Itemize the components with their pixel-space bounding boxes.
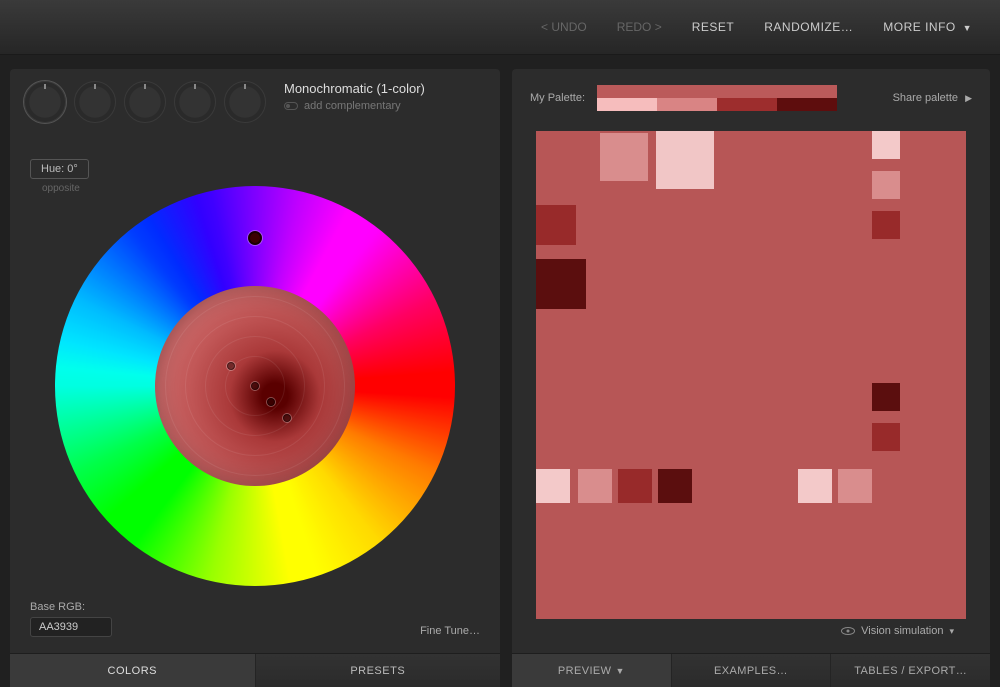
more-info-label: MORE INFO [883,20,956,34]
preview-swatch [536,469,570,503]
share-palette-button[interactable]: Share palette ▶ [893,92,972,104]
chevron-down-icon: ▼ [615,666,624,676]
base-rgb-input[interactable] [30,617,112,637]
right-panel: My Palette: Share palette ▶ Vision simul… [512,69,990,687]
chevron-down-icon: ▼ [963,23,972,33]
share-palette-label: Share palette [893,92,958,104]
tab-examples[interactable]: EXAMPLES… [672,654,832,687]
preview-swatch [656,131,714,189]
hue-marker[interactable] [248,231,262,245]
eye-icon [841,627,855,635]
preview-swatch [872,131,900,159]
scheme-freestyle-dial[interactable] [224,81,266,123]
scheme-title: Monochromatic (1-color) [284,81,486,96]
preview-swatch [618,469,652,503]
add-complementary-label: add complementary [304,100,401,112]
preview-swatch [838,469,872,503]
shade-marker-2[interactable] [227,362,235,370]
chevron-right-icon: ▶ [965,93,972,103]
chevron-down-icon: ▾ [949,626,954,637]
my-palette-label: My Palette: [530,92,585,104]
scheme-triad-dial[interactable] [124,81,166,123]
fine-tune-button[interactable]: Fine Tune… [420,625,480,637]
preview-swatch [872,383,900,411]
preview-swatch [872,171,900,199]
color-wheel[interactable] [55,186,455,586]
left-panel: Monochromatic (1-color) add complementar… [10,69,500,687]
scheme-mono-dial[interactable] [24,81,66,123]
undo-button[interactable]: < UNDO [541,20,587,34]
shade-marker-4[interactable] [283,414,291,422]
shade-marker-1[interactable] [251,382,259,390]
tab-preview[interactable]: PREVIEW ▼ [512,654,672,687]
tab-colors[interactable]: COLORS [10,654,256,687]
preview-swatch [798,469,832,503]
scheme-selector [24,81,266,123]
scheme-tetrad-dial[interactable] [174,81,216,123]
add-complementary-toggle[interactable]: add complementary [284,100,486,112]
tab-presets[interactable]: PRESETS [256,654,501,687]
preview-swatch [536,205,576,245]
vision-label: Vision simulation [861,625,943,637]
palette-strip[interactable] [597,85,837,111]
reset-button[interactable]: RESET [692,20,735,34]
shade-marker-3[interactable] [267,398,275,406]
more-info-button[interactable]: MORE INFO ▼ [883,20,972,34]
preview-swatch [578,469,612,503]
preview-board [536,131,966,619]
toggle-icon [284,102,298,110]
vision-simulation-button[interactable]: Vision simulation ▾ [536,619,966,645]
preview-swatch [872,211,900,239]
tab-preview-label: PREVIEW [558,665,612,677]
scheme-complement-dial[interactable] [74,81,116,123]
randomize-button[interactable]: RANDOMIZE… [764,20,853,34]
top-toolbar: < UNDO REDO > RESET RANDOMIZE… MORE INFO… [0,0,1000,55]
base-rgb-label: Base RGB: [30,601,112,613]
preview-swatch [872,423,900,451]
preview-swatch [600,133,648,181]
preview-swatch [658,469,692,503]
redo-button[interactable]: REDO > [617,20,662,34]
preview-swatch [536,259,586,309]
tab-tables-export[interactable]: TABLES / EXPORT… [831,654,990,687]
